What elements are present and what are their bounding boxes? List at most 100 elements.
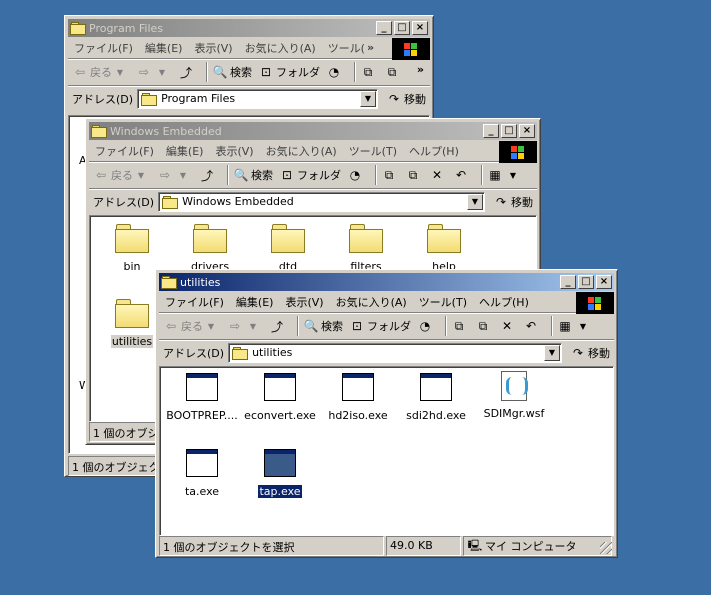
address-input[interactable]: Windows Embedded ▼ xyxy=(158,191,485,212)
utilities-titlebar[interactable]: utilities _ □ × xyxy=(159,273,614,291)
maximize-button[interactable]: □ xyxy=(394,21,410,35)
views-button[interactable]: ▦ ▼ xyxy=(557,319,593,333)
search-button[interactable]: 🔍 検索 xyxy=(233,167,273,183)
menu-help[interactable]: ヘルプ(H) xyxy=(473,294,535,310)
close-button[interactable]: × xyxy=(519,124,535,138)
back-button[interactable]: ⇦ 戻る ▼ xyxy=(93,167,151,183)
utilities-window[interactable]: utilities _ □ × ファイル(F) 編集(E) 表示(V) お気に入… xyxy=(155,269,618,558)
resize-grip[interactable] xyxy=(600,542,612,554)
search-button[interactable]: 🔍 検索 xyxy=(303,318,343,334)
file-item-sdimgr[interactable]: SDIMgr.wsf xyxy=(475,371,553,420)
folder-icon xyxy=(91,125,107,138)
folder-item-bin[interactable]: bin xyxy=(93,224,171,273)
address-dropdown-button[interactable]: ▼ xyxy=(544,344,560,361)
menu-file[interactable]: ファイル(F) xyxy=(89,143,160,159)
menu-tools[interactable]: ツール(T) xyxy=(343,143,403,159)
file-item-sdi2hd[interactable]: sdi2hd.exe xyxy=(397,373,475,422)
folder-item-help[interactable]: help xyxy=(405,224,483,273)
go-button[interactable]: ↷ 移動 xyxy=(493,194,533,210)
delete-button[interactable]: ✕ xyxy=(429,168,447,182)
menu-view[interactable]: 表示(V) xyxy=(188,40,238,56)
menu-favorites[interactable]: お気に入り(A) xyxy=(260,143,343,159)
menu-favorites[interactable]: お気に入り(A) xyxy=(330,294,413,310)
folder-item-drivers[interactable]: drivers xyxy=(171,224,249,273)
search-button[interactable]: 🔍 検索 xyxy=(212,64,252,80)
copy-to-button[interactable]: ⧉ xyxy=(405,168,423,183)
minimize-button[interactable]: _ xyxy=(560,275,576,289)
toolbar-overflow-chevron[interactable]: » xyxy=(417,63,424,76)
address-input[interactable]: utilities ▼ xyxy=(228,342,562,363)
program-files-titlebar[interactable]: Program Files _ □ × xyxy=(68,19,430,37)
move-to-button[interactable]: ⧉ xyxy=(360,65,378,80)
back-button[interactable]: ⇦ 戻る ▼ xyxy=(72,64,130,80)
undo-button[interactable]: ↶ xyxy=(523,319,541,333)
file-item-ta[interactable]: ta.exe xyxy=(163,449,241,498)
address-label: アドレス(D) xyxy=(72,92,134,106)
menu-file[interactable]: ファイル(F) xyxy=(159,294,230,310)
menu-edit[interactable]: 編集(E) xyxy=(160,143,210,159)
move-to-button[interactable]: ⧉ xyxy=(451,319,469,334)
menu-overflow-chevron[interactable]: » xyxy=(365,41,376,54)
folders-button[interactable]: ⊡ フォルダ xyxy=(258,64,320,80)
menu-tools[interactable]: ツール( xyxy=(322,40,365,56)
go-button[interactable]: ↷ 移動 xyxy=(386,91,426,107)
address-label: アドレス(D) xyxy=(93,195,155,209)
forward-button[interactable]: ⇨ ▼ xyxy=(227,319,263,333)
file-list[interactable]: BOOTPREP.... econvert.exe hd2iso.exe sdi… xyxy=(159,366,614,536)
file-item-bootprep[interactable]: BOOTPREP.... xyxy=(163,373,241,422)
folder-item-dtd[interactable]: dtd xyxy=(249,224,327,273)
address-input[interactable]: Program Files ▼ xyxy=(137,88,378,109)
address-dropdown-button[interactable]: ▼ xyxy=(467,193,483,210)
menu-edit[interactable]: 編集(E) xyxy=(139,40,189,56)
undo-button[interactable]: ↶ xyxy=(453,168,471,182)
file-item-hd2iso[interactable]: hd2iso.exe xyxy=(319,373,397,422)
item-label: hd2iso.exe xyxy=(328,409,388,422)
folder-icon xyxy=(349,224,383,253)
menubar: ファイル(F) 編集(E) 表示(V) お気に入り(A) ツール( » xyxy=(68,37,430,60)
search-icon: 🔍 xyxy=(212,65,228,79)
file-item-econvert[interactable]: econvert.exe xyxy=(241,373,319,422)
up-folder-button[interactable]: ⤴ xyxy=(178,64,196,81)
move-to-button[interactable]: ⧉ xyxy=(381,168,399,183)
folders-button[interactable]: ⊡ フォルダ xyxy=(279,167,341,183)
window-title: Windows Embedded xyxy=(110,124,222,138)
forward-button[interactable]: ⇨ ▼ xyxy=(136,65,172,79)
menu-file[interactable]: ファイル(F) xyxy=(68,40,139,56)
forward-arrow-icon: ⇨ xyxy=(138,65,150,79)
move-to-icon: ⧉ xyxy=(363,64,373,79)
maximize-button[interactable]: □ xyxy=(578,275,594,289)
dropdown-icon: ▼ xyxy=(158,67,166,77)
up-folder-icon: ⤴ xyxy=(179,65,192,80)
menu-tools[interactable]: ツール(T) xyxy=(413,294,473,310)
menu-view[interactable]: 表示(V) xyxy=(279,294,329,310)
history-icon: ◔ xyxy=(349,168,361,182)
copy-to-icon: ⧉ xyxy=(387,64,397,79)
copy-to-button[interactable]: ⧉ xyxy=(384,65,402,80)
copy-to-button[interactable]: ⧉ xyxy=(475,319,493,334)
undo-icon: ↶ xyxy=(455,168,467,182)
menu-edit[interactable]: 編集(E) xyxy=(230,294,280,310)
forward-button[interactable]: ⇨ ▼ xyxy=(157,168,193,182)
folders-button[interactable]: ⊡ フォルダ xyxy=(349,318,411,334)
address-dropdown-button[interactable]: ▼ xyxy=(360,90,376,107)
minimize-button[interactable]: _ xyxy=(483,124,499,138)
menu-view[interactable]: 表示(V) xyxy=(209,143,259,159)
history-button[interactable]: ◔ xyxy=(326,65,344,79)
up-folder-button[interactable]: ⤴ xyxy=(269,318,287,335)
history-button[interactable]: ◔ xyxy=(417,319,435,333)
history-button[interactable]: ◔ xyxy=(347,168,365,182)
file-item-tap[interactable]: tap.exe xyxy=(241,449,319,499)
back-button[interactable]: ⇦ 戻る ▼ xyxy=(163,318,221,334)
close-button[interactable]: × xyxy=(412,21,428,35)
close-button[interactable]: × xyxy=(596,275,612,289)
minimize-button[interactable]: _ xyxy=(376,21,392,35)
menu-help[interactable]: ヘルプ(H) xyxy=(403,143,465,159)
windows-embedded-titlebar[interactable]: Windows Embedded _ □ × xyxy=(89,122,537,140)
delete-button[interactable]: ✕ xyxy=(499,319,517,333)
up-folder-button[interactable]: ⤴ xyxy=(199,167,217,184)
views-button[interactable]: ▦ ▼ xyxy=(487,168,523,182)
go-button[interactable]: ↷ 移動 xyxy=(570,345,610,361)
menu-favorites[interactable]: お気に入り(A) xyxy=(239,40,322,56)
maximize-button[interactable]: □ xyxy=(501,124,517,138)
folder-item-filters[interactable]: filters xyxy=(327,224,405,273)
